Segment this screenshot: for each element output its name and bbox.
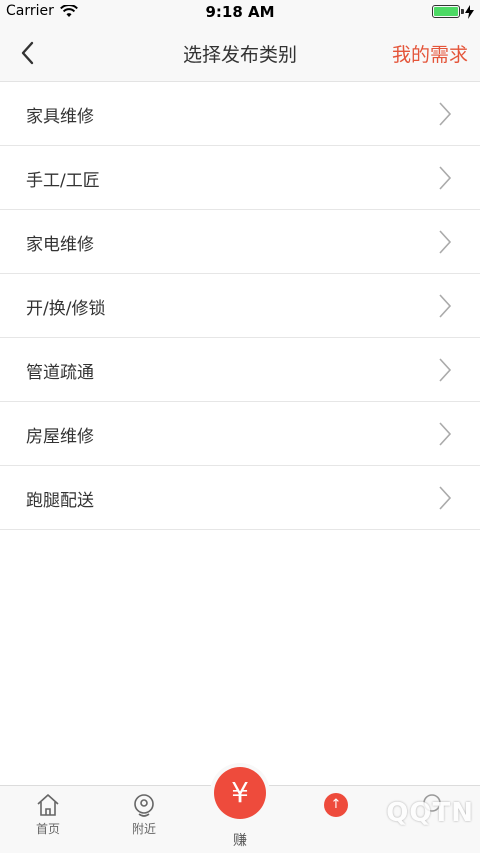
battery-tip <box>461 9 464 14</box>
list-item-furniture-repair[interactable]: 家具维修 <box>0 82 480 146</box>
list-item-label: 开/换/修锁 <box>26 299 106 319</box>
list-item-label: 手工/工匠 <box>26 171 100 191</box>
list-item-label: 家具维修 <box>26 107 94 127</box>
status-bar: Carrier 9:18 AM <box>0 0 480 24</box>
charging-icon <box>465 5 474 19</box>
list-item-appliance-repair[interactable]: 家电维修 <box>0 210 480 274</box>
list-item-label: 家电维修 <box>26 235 94 255</box>
yuan-icon: ¥ <box>231 776 249 809</box>
chevron-right-icon <box>439 294 452 318</box>
list-item-label: 房屋维修 <box>26 427 94 447</box>
chevron-right-icon <box>439 486 452 510</box>
list-item-label: 管道疏通 <box>26 363 94 383</box>
status-time: 9:18 AM <box>205 3 275 21</box>
list-item-locksmith[interactable]: 开/换/修锁 <box>0 274 480 338</box>
location-icon <box>134 794 154 817</box>
list-item-pipe-dredging[interactable]: 管道疏通 <box>0 338 480 402</box>
chevron-right-icon <box>439 358 452 382</box>
upload-icon[interactable]: ↑ <box>324 793 348 817</box>
list-item-handicraft[interactable]: 手工/工匠 <box>0 146 480 210</box>
my-requests-button[interactable]: 我的需求 <box>392 40 468 67</box>
watermark-logo: QQTN <box>386 798 474 828</box>
home-icon <box>37 794 59 816</box>
category-list: 家具维修 手工/工匠 家电维修 开/换/修锁 管道疏通 房屋维修 跑腿配送 <box>0 82 480 530</box>
navigation-bar: 选择发布类别 我的需求 <box>0 24 480 82</box>
chevron-right-icon <box>439 230 452 254</box>
earn-button[interactable]: ¥ <box>214 767 266 819</box>
list-item-label: 跑腿配送 <box>26 491 94 511</box>
list-item-errand-delivery[interactable]: 跑腿配送 <box>0 466 480 530</box>
tab-label: 首页 <box>35 822 60 836</box>
battery-icon <box>432 5 460 18</box>
chevron-right-icon <box>439 102 452 126</box>
tab-nearby[interactable]: 附近 <box>114 792 174 837</box>
chevron-right-icon <box>439 422 452 446</box>
earn-label: 赚 <box>233 833 247 849</box>
chevron-right-icon <box>439 166 452 190</box>
list-item-house-repair[interactable]: 房屋维修 <box>0 402 480 466</box>
tab-home[interactable]: 首页 <box>18 792 78 837</box>
tab-label: 附近 <box>131 822 156 836</box>
